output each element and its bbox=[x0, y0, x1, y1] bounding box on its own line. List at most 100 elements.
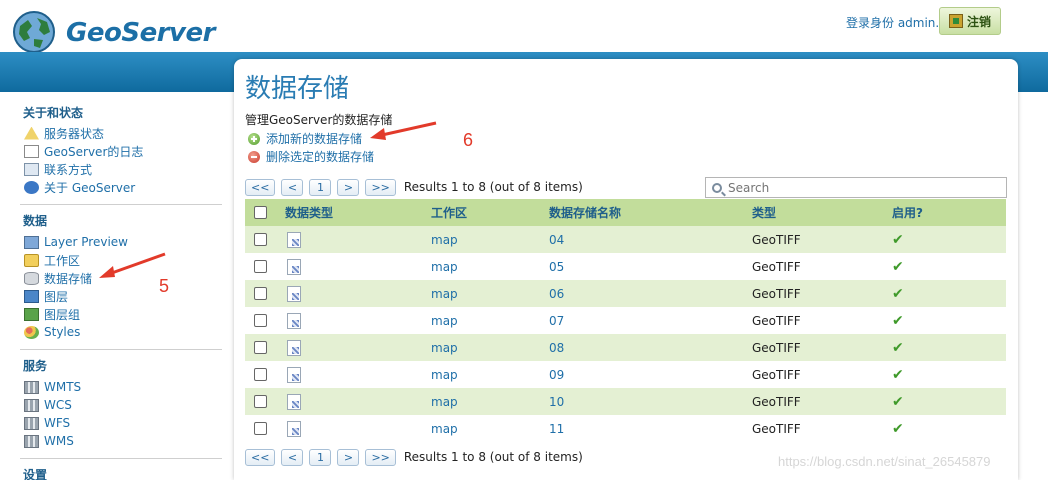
pager-page-button[interactable]: 1 bbox=[309, 448, 332, 466]
sidebar-item-label: 联系方式 bbox=[44, 162, 93, 177]
sidebar-section-about: 关于和状态 bbox=[23, 106, 84, 120]
row-checkbox[interactable] bbox=[254, 287, 267, 300]
store-name-link[interactable]: 07 bbox=[549, 314, 564, 328]
row-checkbox[interactable] bbox=[254, 422, 267, 435]
table-row: map 08 GeoTIFF ✔ bbox=[245, 334, 1006, 361]
globe-icon bbox=[13, 11, 55, 53]
row-checkbox[interactable] bbox=[254, 233, 267, 246]
workspace-link[interactable]: map bbox=[431, 233, 458, 247]
search-box[interactable] bbox=[705, 177, 1007, 198]
row-checkbox[interactable] bbox=[254, 395, 267, 408]
store-name-link[interactable]: 09 bbox=[549, 368, 564, 382]
pager-page-button[interactable]: 1 bbox=[309, 178, 332, 196]
store-type: GeoTIFF bbox=[752, 367, 801, 382]
pager-last-button[interactable]: >> bbox=[365, 178, 396, 196]
table-row: map 09 GeoTIFF ✔ bbox=[245, 361, 1006, 388]
annotation-label-6: 6 bbox=[463, 130, 474, 150]
store-name-link[interactable]: 06 bbox=[549, 287, 564, 301]
sidebar-item-label: 数据存储 bbox=[44, 271, 93, 286]
sidebar-divider bbox=[20, 349, 222, 350]
layer-group-icon bbox=[24, 307, 39, 321]
pager-first-button[interactable]: << bbox=[245, 178, 276, 196]
workspace-link[interactable]: map bbox=[431, 341, 458, 355]
sidebar-item-wfs[interactable]: WFS bbox=[24, 415, 70, 431]
remove-icon bbox=[248, 150, 260, 163]
remove-store-link[interactable]: 删除选定的数据存储 bbox=[248, 148, 374, 165]
store-name-link[interactable]: 11 bbox=[549, 422, 564, 436]
table-row: map 11 GeoTIFF ✔ bbox=[245, 415, 1006, 442]
sidebar-item-label: Layer Preview bbox=[44, 235, 128, 249]
workspace-link[interactable]: map bbox=[431, 260, 458, 274]
sidebar-item-label: GeoServer的日志 bbox=[44, 144, 144, 159]
pager-next-button[interactable]: > bbox=[337, 448, 360, 466]
sidebar-section-services: 服务 bbox=[23, 359, 48, 373]
sidebar-item-label: 图层组 bbox=[44, 307, 81, 322]
column-header-workspace[interactable]: 工作区 bbox=[431, 199, 467, 226]
sidebar-item-label: WMTS bbox=[44, 380, 82, 394]
select-all-checkbox[interactable] bbox=[254, 206, 267, 219]
sidebar-item-logs[interactable]: GeoServer的日志 bbox=[24, 143, 143, 159]
enabled-check-icon: ✔ bbox=[892, 231, 904, 248]
enabled-check-icon: ✔ bbox=[892, 420, 904, 437]
column-header-type[interactable]: 类型 bbox=[752, 199, 776, 226]
page-title: 数据存储 bbox=[245, 74, 350, 104]
store-name-link[interactable]: 10 bbox=[549, 395, 564, 409]
table-row: map 05 GeoTIFF ✔ bbox=[245, 253, 1006, 280]
add-store-link[interactable]: 添加新的数据存储 bbox=[248, 130, 362, 147]
sidebar-item-workspaces[interactable]: 工作区 bbox=[24, 252, 80, 268]
pager-results: Results 1 to 8 (out of 8 items) bbox=[403, 450, 583, 464]
column-header-store-name[interactable]: 数据存储名称 bbox=[549, 199, 621, 226]
store-name-link[interactable]: 05 bbox=[549, 260, 564, 274]
store-type: GeoTIFF bbox=[752, 340, 801, 355]
row-checkbox[interactable] bbox=[254, 368, 267, 381]
search-input[interactable] bbox=[728, 180, 988, 195]
enabled-check-icon: ✔ bbox=[892, 258, 904, 275]
workspace-link[interactable]: map bbox=[431, 287, 458, 301]
row-checkbox[interactable] bbox=[254, 314, 267, 327]
raster-type-icon bbox=[287, 258, 301, 275]
enabled-check-icon: ✔ bbox=[892, 366, 904, 383]
sidebar-item-label: WFS bbox=[44, 416, 71, 430]
row-checkbox[interactable] bbox=[254, 341, 267, 354]
column-header-enabled[interactable]: 启用? bbox=[892, 199, 923, 226]
pager-prev-button[interactable]: < bbox=[281, 448, 304, 466]
sidebar-item-wcs[interactable]: WCS bbox=[24, 397, 72, 413]
sidebar-item-about[interactable]: 关于 GeoServer bbox=[24, 179, 135, 195]
table-row: map 07 GeoTIFF ✔ bbox=[245, 307, 1006, 334]
pager-last-button[interactable]: >> bbox=[365, 448, 396, 466]
row-checkbox[interactable] bbox=[254, 260, 267, 273]
sidebar-item-layer-preview[interactable]: Layer Preview bbox=[24, 234, 128, 250]
geoserver-logo[interactable]: GeoServer bbox=[10, 8, 220, 54]
sidebar-item-contact[interactable]: 联系方式 bbox=[24, 161, 92, 177]
sidebar-item-label: 工作区 bbox=[44, 253, 81, 268]
store-name-link[interactable]: 08 bbox=[549, 341, 564, 355]
enabled-check-icon: ✔ bbox=[892, 312, 904, 329]
store-type: GeoTIFF bbox=[752, 232, 801, 247]
store-type: GeoTIFF bbox=[752, 313, 801, 328]
workspace-link[interactable]: map bbox=[431, 368, 458, 382]
workspace-link[interactable]: map bbox=[431, 395, 458, 409]
pager-next-button[interactable]: > bbox=[337, 178, 360, 196]
sidebar-item-stores[interactable]: 数据存储 bbox=[24, 270, 92, 286]
layer-icon bbox=[24, 289, 39, 303]
pager-prev-button[interactable]: < bbox=[281, 178, 304, 196]
workspace-link[interactable]: map bbox=[431, 422, 458, 436]
search-icon bbox=[712, 182, 722, 193]
column-header-data-type[interactable]: 数据类型 bbox=[285, 199, 333, 226]
logout-button[interactable]: 注销 bbox=[939, 7, 1001, 35]
styles-icon bbox=[24, 325, 39, 339]
store-type: GeoTIFF bbox=[752, 394, 801, 409]
sidebar-item-styles[interactable]: Styles bbox=[24, 324, 80, 340]
logout-label: 注销 bbox=[966, 14, 991, 29]
raster-type-icon bbox=[287, 285, 301, 302]
sidebar-item-wms[interactable]: WMS bbox=[24, 433, 74, 449]
sidebar-item-server-status[interactable]: 服务器状态 bbox=[24, 125, 104, 141]
add-icon bbox=[248, 132, 260, 145]
store-name-link[interactable]: 04 bbox=[549, 233, 564, 247]
pager-first-button[interactable]: << bbox=[245, 448, 276, 466]
sidebar-item-layers[interactable]: 图层 bbox=[24, 288, 68, 304]
sidebar-item-wmts[interactable]: WMTS bbox=[24, 379, 81, 395]
sidebar-item-layer-groups[interactable]: 图层组 bbox=[24, 306, 80, 322]
raster-type-icon bbox=[287, 366, 301, 383]
workspace-link[interactable]: map bbox=[431, 314, 458, 328]
